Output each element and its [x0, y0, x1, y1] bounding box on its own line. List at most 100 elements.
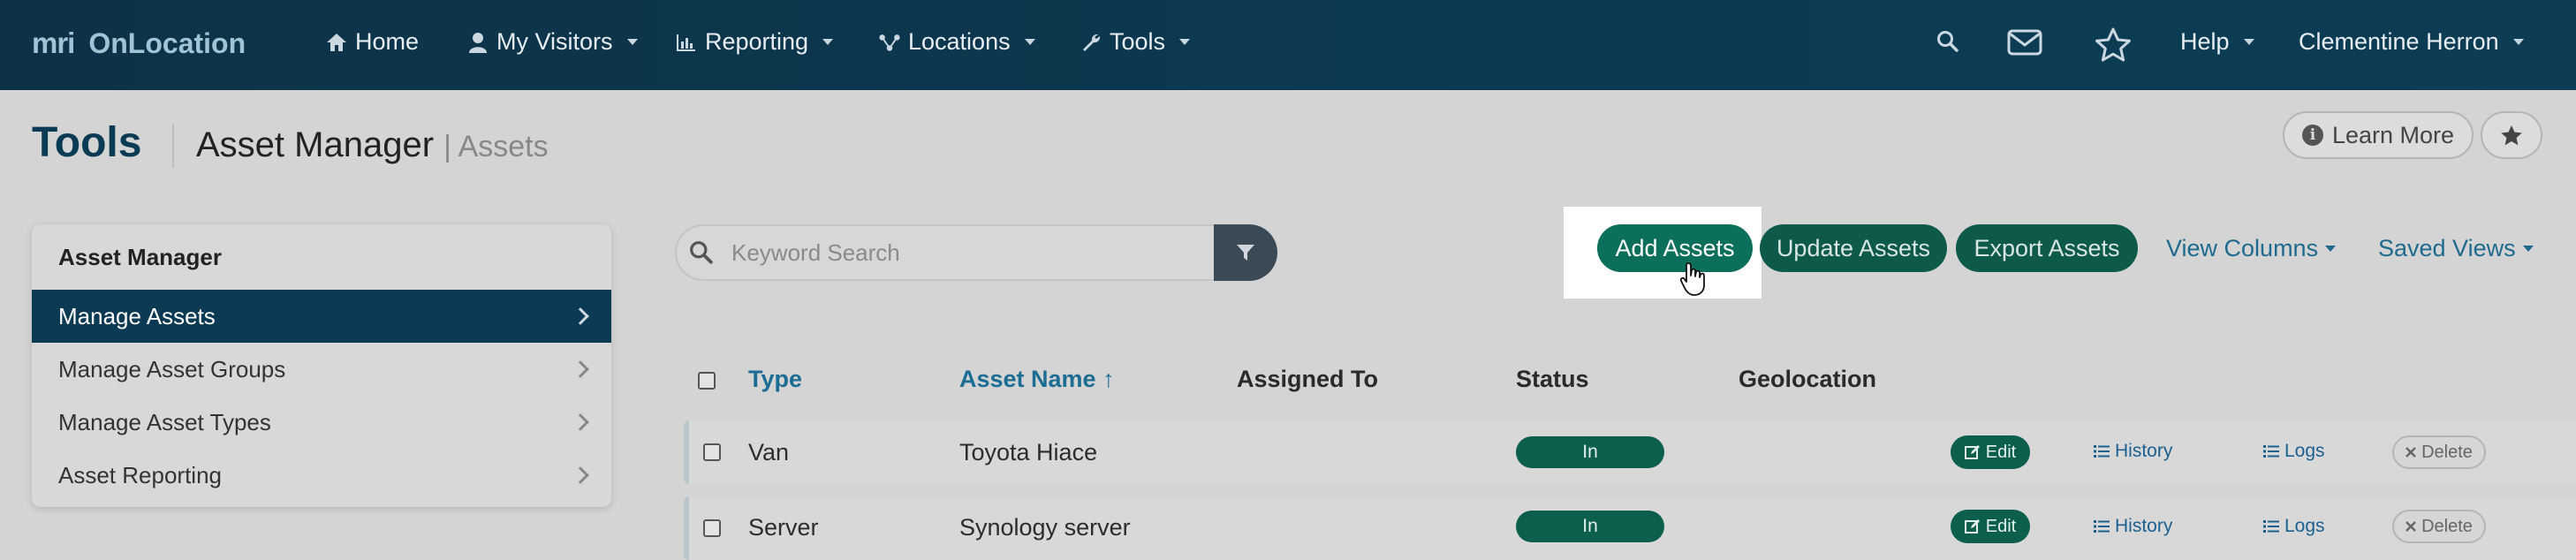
close-icon — [2406, 521, 2416, 532]
chevron-right-icon — [572, 466, 589, 484]
column-header-asset-name[interactable]: Asset Name ↑ — [959, 366, 1115, 393]
history-label: History — [2115, 441, 2173, 461]
favorite-page-button[interactable] — [2481, 111, 2542, 159]
star-icon — [2501, 125, 2522, 145]
search-icon — [690, 241, 713, 264]
sidebar-item-manage-assets[interactable]: Manage Assets — [32, 290, 611, 343]
export-assets-button[interactable]: Export Assets — [1956, 224, 2138, 272]
info-icon: i — [2301, 125, 2323, 146]
nav-reporting[interactable]: Reporting — [675, 28, 834, 56]
page-title: Asset Manager | Assets — [196, 125, 549, 165]
nav-my-visitors-label: My Visitors — [496, 28, 613, 55]
status-badge: In — [1516, 511, 1664, 542]
column-header-geolocation[interactable]: Geolocation — [1739, 366, 1876, 393]
star-icon — [2095, 27, 2131, 62]
learn-more-label: Learn More — [2331, 121, 2455, 148]
nav-help[interactable]: Help — [2180, 28, 2254, 56]
logs-link[interactable]: Logs — [2263, 441, 2325, 462]
column-header-status[interactable]: Status — [1516, 366, 1589, 393]
chevron-down-icon — [1024, 39, 1035, 45]
user-name: Clementine Herron — [2299, 28, 2499, 55]
sidebar-item-label: Manage Asset Groups — [58, 355, 286, 382]
chevron-down-icon — [626, 39, 638, 45]
sidebar-item-label: Manage Asset Types — [58, 408, 271, 435]
sidebar-item-manage-asset-groups[interactable]: Manage Asset Groups — [32, 343, 611, 396]
list-icon — [2094, 520, 2110, 533]
nav-user-menu[interactable]: Clementine Herron — [2299, 28, 2524, 56]
list-icon — [2263, 445, 2279, 458]
history-link[interactable]: History — [2094, 516, 2172, 537]
close-icon — [2406, 447, 2416, 458]
chevron-right-icon — [572, 360, 589, 378]
brand[interactable]: mri OnLocation — [32, 26, 246, 60]
delete-button[interactable]: Delete — [2392, 435, 2486, 469]
filter-button[interactable] — [1214, 224, 1277, 281]
history-link[interactable]: History — [2094, 441, 2172, 462]
nav-tools[interactable]: Tools — [1080, 28, 1191, 56]
search-placeholder: Keyword Search — [731, 238, 900, 266]
sidebar-item-label: Asset Reporting — [58, 461, 222, 488]
nav-my-visitors[interactable]: My Visitors — [466, 28, 638, 56]
network-icon — [878, 31, 901, 54]
sidebar-heading: Asset Manager — [58, 243, 222, 270]
list-icon — [2094, 445, 2110, 458]
update-assets-button[interactable]: Update Assets — [1760, 224, 1947, 272]
nav-tools-label: Tools — [1110, 28, 1166, 55]
saved-views-label: Saved Views — [2378, 235, 2516, 261]
select-all-checkbox[interactable] — [698, 372, 716, 390]
favorites-button[interactable] — [2094, 26, 2133, 64]
page-title-main: Asset Manager — [196, 125, 435, 164]
row-checkbox[interactable] — [703, 519, 721, 537]
edit-label: Edit — [1985, 442, 2017, 462]
saved-views-dropdown[interactable]: Saved Views — [2378, 235, 2534, 262]
edit-label: Edit — [1985, 516, 2017, 536]
brand-name: OnLocation — [88, 26, 246, 59]
top-navbar: mri OnLocation Home My Visitors Reportin… — [0, 0, 2576, 90]
edit-icon — [1964, 519, 1980, 534]
nav-locations-label: Locations — [908, 28, 1011, 55]
learn-more-button[interactable]: i Learn More — [2283, 111, 2474, 159]
chevron-down-icon — [2325, 246, 2337, 252]
chevron-down-icon — [2512, 39, 2524, 45]
messages-button[interactable] — [2007, 28, 2042, 57]
user-icon — [466, 31, 489, 54]
envelope-icon — [2007, 29, 2042, 56]
edit-button[interactable]: Edit — [1951, 435, 2030, 469]
delete-label: Delete — [2421, 442, 2473, 462]
mri-logo: mri — [32, 26, 75, 59]
sidebar: Asset Manager Manage Assets Manage Asset… — [32, 224, 611, 507]
logs-link[interactable]: Logs — [2263, 516, 2325, 537]
search-icon — [1937, 31, 1959, 52]
chevron-down-icon — [2522, 246, 2534, 252]
delete-label: Delete — [2421, 516, 2473, 536]
home-icon — [325, 31, 348, 54]
search-button[interactable] — [1936, 30, 1959, 53]
view-columns-dropdown[interactable]: View Columns — [2166, 235, 2337, 262]
search-input[interactable]: Keyword Search — [675, 224, 1216, 281]
add-assets-button[interactable]: Add Assets — [1597, 224, 1753, 272]
column-header-type[interactable]: Type — [748, 366, 802, 393]
row-checkbox[interactable] — [703, 443, 721, 461]
nav-home[interactable]: Home — [325, 28, 419, 56]
nav-locations[interactable]: Locations — [878, 28, 1035, 56]
logs-label: Logs — [2284, 441, 2325, 461]
delete-button[interactable]: Delete — [2392, 510, 2486, 543]
sidebar-item-asset-reporting[interactable]: Asset Reporting — [32, 449, 611, 502]
history-label: History — [2115, 516, 2173, 536]
wrench-icon — [1080, 31, 1102, 54]
edit-button[interactable]: Edit — [1951, 510, 2030, 543]
cell-asset-name: Synology server — [959, 514, 1131, 541]
status-badge: In — [1516, 436, 1664, 468]
cell-type: Van — [748, 439, 790, 465]
column-header-assigned-to[interactable]: Assigned To — [1237, 366, 1378, 393]
edit-icon — [1964, 445, 1980, 459]
list-icon — [2263, 520, 2279, 533]
logs-label: Logs — [2284, 516, 2325, 536]
chevron-down-icon — [1179, 39, 1191, 45]
sidebar-item-manage-asset-types[interactable]: Manage Asset Types — [32, 396, 611, 449]
chevron-down-icon — [822, 39, 834, 45]
add-assets-label: Add Assets — [1615, 234, 1735, 261]
update-assets-label: Update Assets — [1776, 234, 1931, 261]
title-divider — [172, 124, 174, 168]
nav-home-label: Home — [355, 28, 420, 55]
